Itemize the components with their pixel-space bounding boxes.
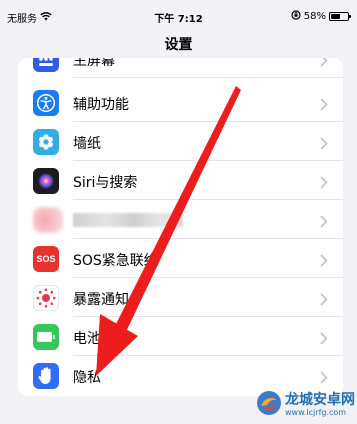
settings-row-label: 暴露通知 [73,292,129,308]
watermark-url: www.lcjrfg.com [285,408,347,417]
accessibility-icon [33,90,59,116]
settings-row-exposure[interactable]: 暴露通知 [18,278,343,317]
chevron-right-icon [320,174,328,193]
settings-row-label: SOS紧急联络 [73,253,158,269]
settings-row-label: 主屏幕 [73,58,115,69]
settings-row-label: 墙纸 [73,136,101,152]
status-right: 58% [291,10,351,23]
settings-row-blurred[interactable] [18,200,343,239]
chevron-right-icon [320,96,328,115]
settings-list: 主屏幕 辅助功能 墙纸 Siri与搜索 SOS SOS紧急联络 暴露通知 电池 … [18,58,343,396]
exposure-notification-icon [33,285,59,311]
blurred-label [73,213,183,227]
sos-icon-text: SOS [36,254,56,264]
sos-icon: SOS [33,246,59,272]
settings-row-label: 电池 [73,331,101,347]
settings-row-label: 隐私 [73,370,101,386]
settings-row-home-screen[interactable]: 主屏幕 [18,58,343,78]
chevron-right-icon [320,58,328,71]
battery-settings-icon [33,324,59,350]
chevron-right-icon [320,252,328,271]
settings-row-accessibility[interactable]: 辅助功能 [18,83,343,122]
chevron-right-icon [320,291,328,310]
status-bar: 无服务 下午 7:12 58% [0,0,357,34]
lock-rotation-icon [291,10,301,23]
settings-row-sos[interactable]: SOS SOS紧急联络 [18,239,343,278]
wallpaper-icon [33,129,59,155]
chevron-right-icon [320,330,328,349]
watermark: 龙城安卓网 www.lcjrfg.com [256,390,355,420]
siri-icon [33,168,59,194]
hand-icon [33,363,59,389]
settings-row-label: Siri与搜索 [73,175,138,191]
chevron-right-icon [320,213,328,232]
row-divider [73,77,343,78]
chevron-right-icon [320,135,328,154]
blurred-icon [33,207,63,233]
settings-row-siri[interactable]: Siri与搜索 [18,161,343,200]
settings-row-label: 辅助功能 [73,97,129,113]
battery-percent: 58% [303,11,326,22]
home-screen-icon [33,58,59,72]
battery-icon [329,12,351,21]
settings-row-battery[interactable]: 电池 [18,317,343,356]
watermark-name: 龙城安卓网 [285,392,355,408]
watermark-logo-icon [256,390,282,420]
page-title: 设置 [164,37,193,53]
chevron-right-icon [320,369,328,388]
settings-row-wallpaper[interactable]: 墙纸 [18,122,343,161]
